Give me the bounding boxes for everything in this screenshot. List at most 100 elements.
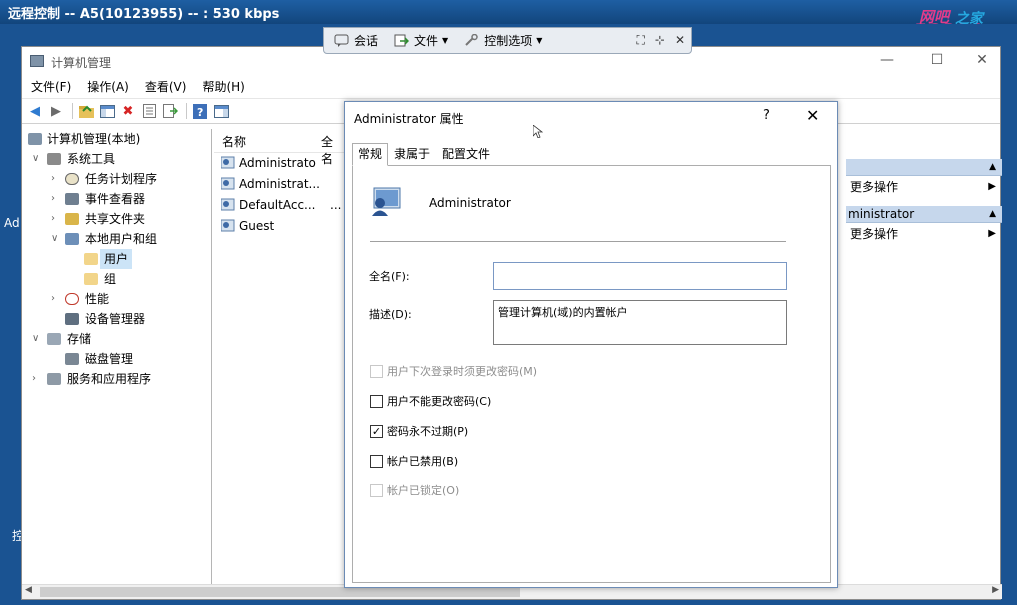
more-actions-label: 更多操作 — [850, 227, 899, 241]
list-item[interactable]: DefaultAcc... ... — [214, 195, 344, 216]
computer-icon — [28, 133, 42, 145]
forward-icon[interactable]: ▶ — [47, 102, 65, 120]
minimize-button[interactable]: — — [877, 52, 897, 68]
collapse-triangle-icon[interactable]: ▲ — [989, 159, 996, 176]
fullscreen-icon[interactable]: ⛶ — [636, 33, 644, 48]
tree-item-storage[interactable]: ∨ 存储 — [22, 329, 211, 349]
tree-item-services-apps[interactable]: › 服务和应用程序 — [22, 369, 211, 389]
tab-profile[interactable]: 配置文件 — [436, 143, 496, 165]
mouse-cursor-icon — [533, 125, 543, 138]
tree-item-performance[interactable]: › 性能 — [22, 289, 211, 309]
checkbox-box[interactable] — [370, 394, 383, 408]
expand-chevron-icon[interactable]: › — [51, 189, 55, 209]
user-avatar-icon — [370, 185, 402, 217]
description-label: 描述(D): — [369, 308, 412, 321]
control-options-button[interactable]: 控制选项 ▼ — [464, 32, 542, 49]
general-tab-panel: Administrator 全名(F): 描述(D): 管理计算机(域)的内置帐… — [352, 165, 831, 583]
tree-item-task-scheduler[interactable]: › 任务计划程序 — [22, 169, 211, 189]
collapse-chevron-icon[interactable]: ∨ — [51, 229, 58, 249]
show-action-pane-icon[interactable] — [212, 102, 230, 120]
description-input[interactable]: 管理计算机(域)的内置帐户 — [493, 300, 787, 345]
collapse-chevron-icon[interactable]: ∨ — [32, 149, 39, 169]
cannot-change-password-checkbox[interactable]: 用户不能更改密码(C) — [370, 393, 491, 409]
tree-item-users[interactable]: 用户 — [22, 249, 211, 269]
tree-item-local-users-groups[interactable]: ∨ 本地用户和组 — [22, 229, 211, 249]
must-change-password-checkbox[interactable]: 用户下次登录时须更改密码(M) — [370, 363, 537, 379]
administrator-properties-dialog: Administrator 属性 ? ✕ 常规 隶属于 配置文件 Adminis… — [344, 101, 838, 588]
tree-item-computer-management[interactable]: 计算机管理(本地) — [22, 129, 211, 149]
file-transfer-icon — [394, 34, 410, 47]
help-icon[interactable]: ? — [191, 102, 209, 120]
tab-member-of[interactable]: 隶属于 — [388, 143, 436, 165]
svg-text:?: ? — [197, 106, 203, 119]
tree-item-label: 性能 — [85, 292, 110, 306]
tree-item-label: 事件查看器 — [85, 192, 146, 206]
menu-action[interactable]: 操作(A) — [87, 78, 129, 95]
list-item[interactable]: Administrat... — [214, 174, 344, 195]
tree-item-system-tools[interactable]: ∨ 系统工具 — [22, 149, 211, 169]
tree-item-groups[interactable]: 组 — [22, 269, 211, 289]
maximize-button[interactable]: ☐ — [927, 52, 947, 68]
list-item[interactable]: Guest — [214, 216, 344, 237]
checkbox-box-checked[interactable]: ✓ — [370, 424, 383, 438]
tab-general[interactable]: 常规 — [352, 143, 389, 166]
checkbox-box[interactable] — [370, 454, 383, 468]
scroll-left-icon[interactable]: ◀ — [25, 585, 32, 595]
scroll-right-icon[interactable]: ▶ — [992, 585, 999, 595]
toolbar-close-icon[interactable]: ✕ — [675, 33, 685, 48]
tree-item-label: 共享文件夹 — [85, 212, 146, 226]
column-header-name[interactable]: 名称 — [222, 133, 246, 150]
list-item[interactable]: Administrato — [214, 153, 344, 174]
show-hide-tree-icon[interactable] — [98, 102, 116, 120]
more-actions-item[interactable]: 更多操作 ▶ — [846, 176, 1002, 198]
chat-button[interactable]: 会话 — [334, 32, 378, 49]
help-button[interactable]: ? — [763, 108, 770, 123]
collapse-chevron-icon[interactable]: ∨ — [32, 329, 39, 349]
expand-chevron-icon[interactable]: › — [51, 209, 55, 229]
pin-icon[interactable]: ⊹ — [655, 33, 665, 48]
performance-icon — [65, 293, 79, 305]
list-header: 名称 全名 — [214, 129, 344, 166]
tree-item-disk-management[interactable]: 磁盘管理 — [22, 349, 211, 369]
tree-item-shared-folders[interactable]: › 共享文件夹 — [22, 209, 211, 229]
checkbox-box[interactable] — [370, 483, 383, 497]
checkbox-box[interactable] — [370, 364, 383, 378]
menu-view[interactable]: 查看(V) — [145, 78, 187, 95]
expand-chevron-icon[interactable]: › — [51, 169, 55, 189]
tree-item-device-manager[interactable]: 设备管理器 — [22, 309, 211, 329]
scrollbar-thumb[interactable] — [40, 587, 520, 597]
user-icon — [220, 177, 236, 191]
menu-help[interactable]: 帮助(H) — [202, 78, 244, 95]
properties-icon[interactable] — [140, 102, 158, 120]
user-name: Administrat... — [239, 177, 320, 191]
user-display-name: Administrator — [429, 196, 511, 210]
account-locked-checkbox[interactable]: 帐户已锁定(O) — [370, 482, 459, 498]
tree-item-label: 系统工具 — [67, 152, 116, 166]
menu-file[interactable]: 文件(F) — [31, 78, 71, 95]
actions-section-header[interactable]: ministrator ▲ — [846, 206, 1002, 223]
device-manager-icon — [65, 313, 79, 325]
tree-item-label: 组 — [104, 272, 117, 286]
menu-bar: 文件(F) 操作(A) 查看(V) 帮助(H) — [22, 75, 1000, 98]
back-icon[interactable]: ◀ — [26, 102, 44, 120]
export-list-icon[interactable] — [161, 102, 179, 120]
delete-icon[interactable]: ✖ — [119, 102, 137, 120]
user-icon — [220, 198, 236, 212]
up-folder-icon[interactable] — [77, 102, 95, 120]
toolbar-separator — [72, 103, 73, 119]
expand-chevron-icon[interactable]: › — [32, 369, 36, 389]
dialog-close-button[interactable]: ✕ — [806, 106, 819, 125]
expand-chevron-icon[interactable]: › — [51, 289, 55, 309]
collapse-triangle-icon[interactable]: ▲ — [989, 206, 996, 223]
account-disabled-checkbox[interactable]: 帐户已禁用(B) — [370, 453, 458, 469]
close-button[interactable]: ✕ — [972, 52, 992, 68]
actions-section-header[interactable]: ▲ — [846, 159, 1002, 176]
users-group-icon — [65, 233, 79, 245]
tree-item-event-viewer[interactable]: › 事件查看器 — [22, 189, 211, 209]
user-name: Administrato — [239, 156, 316, 170]
more-actions-label: 更多操作 — [850, 180, 899, 194]
fullname-input[interactable] — [493, 262, 787, 290]
more-actions-item[interactable]: 更多操作 ▶ — [846, 223, 1002, 245]
password-never-expires-checkbox[interactable]: ✓ 密码永不过期(P) — [370, 423, 468, 439]
file-button[interactable]: 文件 ▼ — [394, 32, 448, 49]
